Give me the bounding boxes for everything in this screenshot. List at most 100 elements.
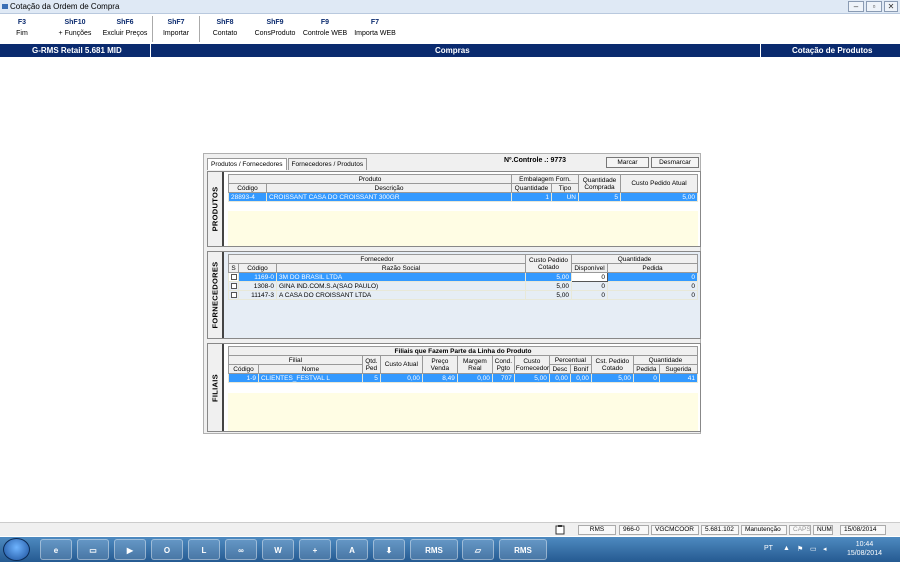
module-title: Compras: [435, 46, 470, 55]
cell-sugerida: 41: [658, 373, 699, 383]
filiais-label: FILIAIS: [208, 344, 224, 431]
column-group-header: Fornecedor: [228, 254, 526, 264]
select-checkbox[interactable]: [228, 281, 239, 291]
cell-pedida: 0: [607, 272, 698, 282]
column-header: Desc: [548, 364, 571, 374]
app-icon: [2, 4, 8, 9]
column-header: Preço Venda: [421, 355, 458, 374]
desmarcar-button[interactable]: Desmarcar: [651, 157, 699, 168]
cell-custo: 5,00: [525, 272, 572, 282]
word-icon[interactable]: W: [262, 539, 294, 560]
button-label: Contato: [212, 30, 238, 37]
toolbar-button-fim[interactable]: F3 Fim: [4, 16, 40, 42]
button-label: + Funções: [58, 30, 92, 37]
network-icon[interactable]: ∞: [225, 539, 257, 560]
fornecedores-grid: Fornecedor Custo Pedido Cotado Quantidad…: [228, 254, 698, 300]
cell-razao: GINA IND.COM.S.A(SAO PAULO): [276, 281, 526, 291]
start-button[interactable]: [3, 538, 30, 561]
toolbar-button-excluir-precos[interactable]: ShF6 Excluir Preços: [100, 16, 150, 42]
column-header: Pedida: [607, 263, 698, 273]
language-indicator[interactable]: PT: [764, 545, 773, 552]
app-green-icon[interactable]: +: [299, 539, 331, 560]
taskbar-rms-2[interactable]: RMS: [499, 539, 547, 560]
column-header: Custo Atual: [379, 355, 423, 374]
minimize-button[interactable]: ‒: [848, 1, 864, 12]
button-label: Importar: [162, 30, 190, 37]
produtos-label: PRODUTOS: [208, 172, 224, 246]
column-header: Custo Fornecedor: [513, 355, 550, 374]
ie-icon[interactable]: e: [40, 539, 72, 560]
tab-bar: Produtos / Fornecedores Fornecedores / P…: [207, 158, 368, 170]
table-row[interactable]: 1169-0 3M DO BRASIL LTDA 5,00 0 0: [228, 272, 698, 282]
cell-razao: 3M DO BRASIL LTDA: [276, 272, 526, 282]
clock-date: 15/08/2014: [846, 550, 882, 557]
cell-tipo: UN: [550, 192, 580, 202]
cell-codigo: 28893-4: [228, 192, 267, 202]
marcar-button[interactable]: Marcar: [606, 157, 649, 168]
tray-monitor-icon[interactable]: ▭: [810, 545, 817, 553]
taskbar-clock[interactable]: 10:44 15/08/2014: [847, 540, 882, 558]
clock-time: 10:44: [855, 541, 874, 548]
column-header: Custo Pedido Cotado: [525, 254, 572, 273]
toolbar-button-controle-web[interactable]: F9 Controle WEB: [300, 16, 350, 42]
close-button[interactable]: ✕: [884, 1, 898, 12]
column-header: Quantidade Comprada: [578, 174, 621, 193]
column-group-header: Produto: [228, 174, 512, 184]
toolbar-button-contato[interactable]: ShF8 Contato: [206, 16, 244, 42]
select-checkbox[interactable]: [228, 272, 239, 282]
status-mode: Manutenção: [741, 525, 787, 535]
column-header: Disponível: [571, 263, 608, 273]
tab-fornecedores-produtos[interactable]: Fornecedores / Produtos: [287, 158, 368, 170]
key-label: F7: [370, 19, 380, 26]
produtos-group: PRODUTOS Produto Embalagem Forn. Quantid…: [207, 171, 701, 247]
cell-razao: A CASA DO CROISSANT LTDA: [276, 290, 526, 300]
cell-disponivel[interactable]: 0: [571, 272, 608, 282]
outlook-icon[interactable]: O: [151, 539, 183, 560]
cell-codigo: 11147-3: [238, 290, 277, 300]
toolbar-button-consproduto[interactable]: ShF9 ConsProduto: [250, 16, 300, 42]
app-header: G-RMS Retail 5.681 MID Compras Cotação d…: [0, 44, 900, 57]
tray-volume-icon[interactable]: ◂: [823, 545, 827, 553]
filiais-empty-area: [228, 393, 698, 431]
cotacao-panel: Produtos / Fornecedores Fornecedores / P…: [203, 153, 701, 434]
cell-custo-forn: 5,00: [513, 373, 550, 383]
cell-codigo: 1308-0: [238, 281, 277, 291]
button-label: Importa WEB: [354, 30, 396, 37]
column-group-header: Filial: [228, 355, 363, 365]
button-label: Fim: [16, 30, 28, 37]
select-checkbox[interactable]: [228, 290, 239, 300]
toolbar-button-importar[interactable]: ShF7 Importar: [152, 16, 200, 42]
column-group-header: Quantidade: [632, 355, 699, 365]
cell-custo: 5,00: [620, 192, 698, 202]
window-icon[interactable]: ▱: [462, 539, 494, 560]
download-icon[interactable]: ⬇: [373, 539, 405, 560]
column-header: Pedida: [632, 364, 660, 374]
produtos-empty-area: [228, 211, 698, 246]
tray-arrow-icon[interactable]: ▲: [783, 545, 790, 552]
toolbar-button-funcoes[interactable]: ShF10 + Funções: [55, 16, 95, 42]
lync-icon[interactable]: L: [188, 539, 220, 560]
toolbar-button-importa-web[interactable]: F7 Importa WEB: [350, 16, 400, 42]
maximize-button[interactable]: ▫: [866, 1, 882, 12]
tab-produtos-fornecedores[interactable]: Produtos / Fornecedores: [207, 158, 287, 170]
column-header: Qtd. Ped: [361, 355, 381, 374]
status-code: 966-0: [619, 525, 649, 535]
table-row[interactable]: 1308-0 GINA IND.COM.S.A(SAO PAULO) 5,00 …: [228, 281, 698, 291]
column-header: Cond. Pgto: [491, 355, 515, 374]
table-row[interactable]: 1-9 CLIENTES_FESTVAL L 5 0,00 8,49 0,00 …: [228, 373, 699, 383]
windows-taskbar: e ▭ ▶ O L ∞ W + A ⬇ RMS ▱ RMS PT ▲ ⚑ ▭ ◂…: [0, 537, 900, 562]
acrobat-icon[interactable]: A: [336, 539, 368, 560]
app-version: G-RMS Retail 5.681 MID: [32, 46, 122, 55]
cell-bonif: 0,00: [569, 373, 592, 383]
taskbar-rms-1[interactable]: RMS: [410, 539, 458, 560]
button-label: ConsProduto: [254, 30, 296, 37]
column-header: Código: [228, 183, 267, 193]
table-row[interactable]: 11147-3 A CASA DO CROISSANT LTDA 5,00 0 …: [228, 290, 698, 300]
column-header: Sugerida: [658, 364, 699, 374]
table-row[interactable]: 28893-4 CROISSANT CASA DO CROISSANT 300G…: [228, 192, 698, 202]
media-player-icon[interactable]: ▶: [114, 539, 146, 560]
button-label: Excluir Preços: [102, 30, 148, 37]
document-icon: [552, 525, 566, 535]
explorer-icon[interactable]: ▭: [77, 539, 109, 560]
tray-flag-icon[interactable]: ⚑: [797, 545, 803, 553]
